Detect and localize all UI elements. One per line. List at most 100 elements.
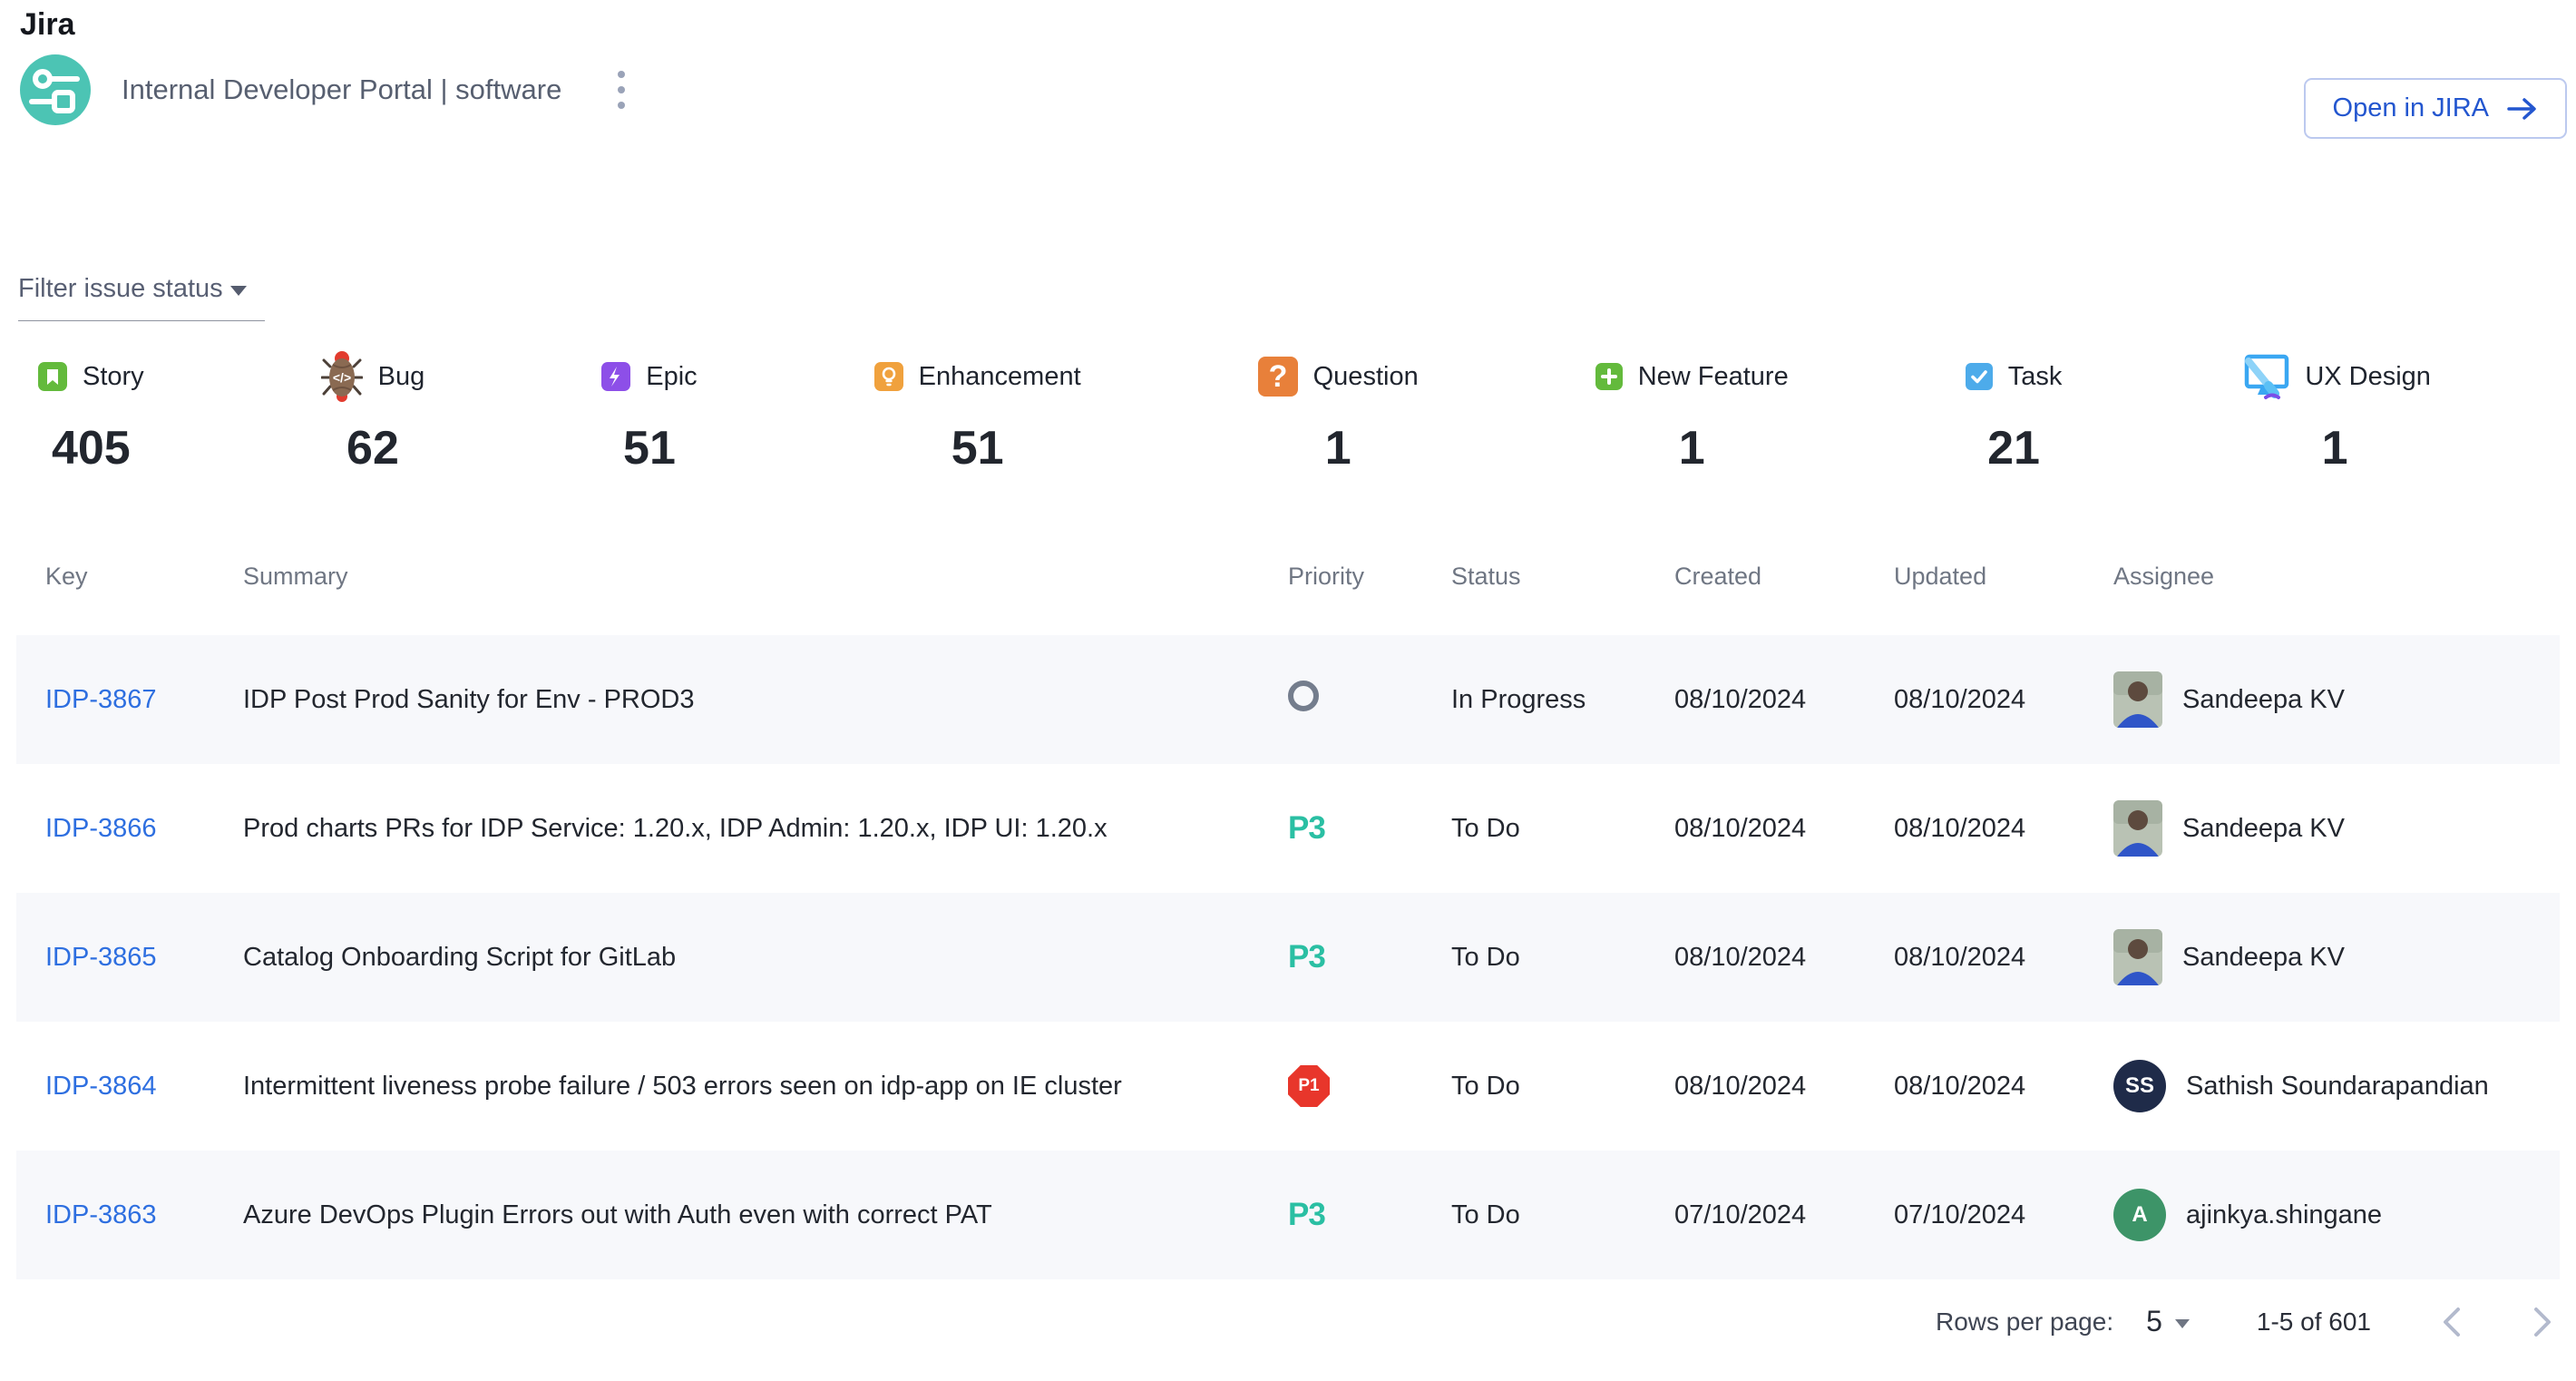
project-header: Internal Developer Portal | software — [20, 54, 634, 125]
issue-priority — [1288, 681, 1451, 719]
issue-assignee: SS Sathish Soundarapandian — [2113, 1060, 2560, 1112]
stat-epic: Epic 51 — [601, 347, 697, 475]
table-row: IDP-3866 Prod charts PRs for IDP Service… — [16, 764, 2560, 893]
new-feature-icon — [1595, 363, 1623, 390]
stat-label: Story — [83, 362, 144, 392]
table-body: IDP-3867 IDP Post Prod Sanity for Env - … — [16, 635, 2560, 1279]
issue-created: 08/10/2024 — [1674, 685, 1894, 715]
priority-p3-icon: P3 — [1288, 810, 1325, 846]
priority-none-icon — [1288, 681, 1319, 711]
issue-type-stats: Story 405 </> Bug 62 Epic — [38, 347, 2431, 475]
jira-project-avatar-icon — [20, 54, 91, 125]
assignee-initials-avatar: A — [2113, 1189, 2166, 1241]
issue-priority: P1 — [1288, 1065, 1451, 1107]
pagination: Rows per page: 5 1-5 of 601 — [1936, 1305, 2552, 1338]
stat-count: 51 — [874, 421, 1081, 475]
filter-issue-status-select[interactable]: Filter issue status — [18, 274, 265, 321]
table-row: IDP-3865 Catalog Onboarding Script for G… — [16, 893, 2560, 1022]
column-header-key: Key — [45, 563, 243, 591]
issue-summary: Intermittent liveness probe failure / 50… — [243, 1072, 1288, 1102]
issue-assignee: Sandeepa KV — [2113, 800, 2560, 857]
issue-created: 08/10/2024 — [1674, 814, 1894, 844]
column-header-summary: Summary — [243, 563, 1288, 591]
stat-ux-design: UX Design 1 — [2239, 347, 2431, 475]
issue-key-link[interactable]: IDP-3866 — [45, 814, 157, 843]
previous-page-button[interactable] — [2442, 1307, 2462, 1337]
issue-created: 07/10/2024 — [1674, 1200, 1894, 1230]
issue-created: 08/10/2024 — [1674, 943, 1894, 973]
stat-label: New Feature — [1638, 362, 1789, 392]
table-row: IDP-3867 IDP Post Prod Sanity for Env - … — [16, 635, 2560, 764]
issue-assignee: A ajinkya.shingane — [2113, 1189, 2560, 1241]
issue-updated: 08/10/2024 — [1894, 685, 2113, 715]
issue-assignee: Sandeepa KV — [2113, 671, 2560, 728]
column-header-updated: Updated — [1894, 563, 2113, 591]
stat-count: 62 — [321, 421, 425, 475]
more-options-button[interactable] — [609, 62, 634, 118]
assignee-name: Sandeepa KV — [2182, 943, 2345, 973]
stat-story: Story 405 — [38, 347, 144, 475]
stat-count: 405 — [38, 421, 144, 475]
stat-count: 1 — [2239, 421, 2431, 475]
stat-question: ? Question 1 — [1258, 347, 1419, 475]
assignee-avatar: SS — [2113, 1060, 2166, 1112]
priority-p1-icon: P1 — [1288, 1065, 1330, 1107]
assignee-avatar — [2113, 800, 2162, 857]
issue-key-link[interactable]: IDP-3865 — [45, 943, 157, 972]
enhancement-icon — [874, 362, 903, 391]
chevron-down-icon — [2175, 1319, 2190, 1328]
table-row: IDP-3864 Intermittent liveness probe fai… — [16, 1022, 2560, 1151]
issue-updated: 07/10/2024 — [1894, 1200, 2113, 1230]
assignee-photo — [2113, 929, 2162, 985]
open-in-jira-button[interactable]: Open in JIRA — [2304, 78, 2567, 139]
column-header-created: Created — [1674, 563, 1894, 591]
assignee-avatar: A — [2113, 1189, 2166, 1241]
stat-label: Enhancement — [919, 362, 1081, 392]
kebab-dot — [618, 102, 625, 109]
issue-created: 08/10/2024 — [1674, 1072, 1894, 1102]
issue-updated: 08/10/2024 — [1894, 1072, 2113, 1102]
issue-summary: Catalog Onboarding Script for GitLab — [243, 943, 1288, 973]
chevron-down-icon — [230, 286, 247, 296]
task-icon — [1966, 363, 1993, 390]
story-icon — [38, 362, 67, 391]
issue-key-link[interactable]: IDP-3867 — [45, 685, 157, 714]
kebab-dot — [618, 86, 625, 93]
stat-label: UX Design — [2305, 362, 2431, 392]
project-name: Internal Developer Portal | software — [122, 73, 561, 106]
issue-summary: Prod charts PRs for IDP Service: 1.20.x,… — [243, 814, 1288, 844]
issue-key-link[interactable]: IDP-3863 — [45, 1200, 157, 1229]
rows-per-page-select[interactable]: 5 — [2146, 1305, 2190, 1338]
issue-priority: P3 — [1288, 939, 1451, 975]
stat-count: 51 — [601, 421, 697, 475]
issue-updated: 08/10/2024 — [1894, 943, 2113, 973]
assignee-avatar — [2113, 671, 2162, 728]
issue-status: In Progress — [1451, 685, 1674, 715]
assignee-avatar — [2113, 929, 2162, 985]
stat-enhancement: Enhancement 51 — [874, 347, 1081, 475]
column-header-assignee: Assignee — [2113, 563, 2560, 591]
next-page-button[interactable] — [2532, 1307, 2552, 1337]
svg-text:?: ? — [1268, 359, 1287, 394]
rows-per-page-label: Rows per page: — [1936, 1308, 2113, 1337]
priority-p3-icon: P3 — [1288, 1197, 1325, 1232]
rows-per-page-value: 5 — [2146, 1305, 2162, 1338]
stat-label: Task — [2008, 362, 2063, 392]
table-header-row: Key Summary Priority Status Created Upda… — [16, 546, 2560, 635]
stat-new-feature: New Feature 1 — [1595, 347, 1789, 475]
issue-status: To Do — [1451, 943, 1674, 973]
stat-task: Task 21 — [1966, 347, 2063, 475]
assignee-name: Sandeepa KV — [2182, 685, 2345, 715]
issue-status: To Do — [1451, 1200, 1674, 1230]
issue-priority: P3 — [1288, 810, 1451, 847]
issue-summary: Azure DevOps Plugin Errors out with Auth… — [243, 1200, 1288, 1230]
page-title: Jira — [20, 7, 75, 43]
assignee-name: ajinkya.shingane — [2186, 1200, 2382, 1230]
issue-key-link[interactable]: IDP-3864 — [45, 1072, 157, 1101]
issue-status: To Do — [1451, 814, 1674, 844]
column-header-priority: Priority — [1288, 563, 1451, 591]
issue-status: To Do — [1451, 1072, 1674, 1102]
issue-assignee: Sandeepa KV — [2113, 929, 2560, 985]
column-header-status: Status — [1451, 563, 1674, 591]
arrow-right-icon — [2507, 97, 2538, 121]
